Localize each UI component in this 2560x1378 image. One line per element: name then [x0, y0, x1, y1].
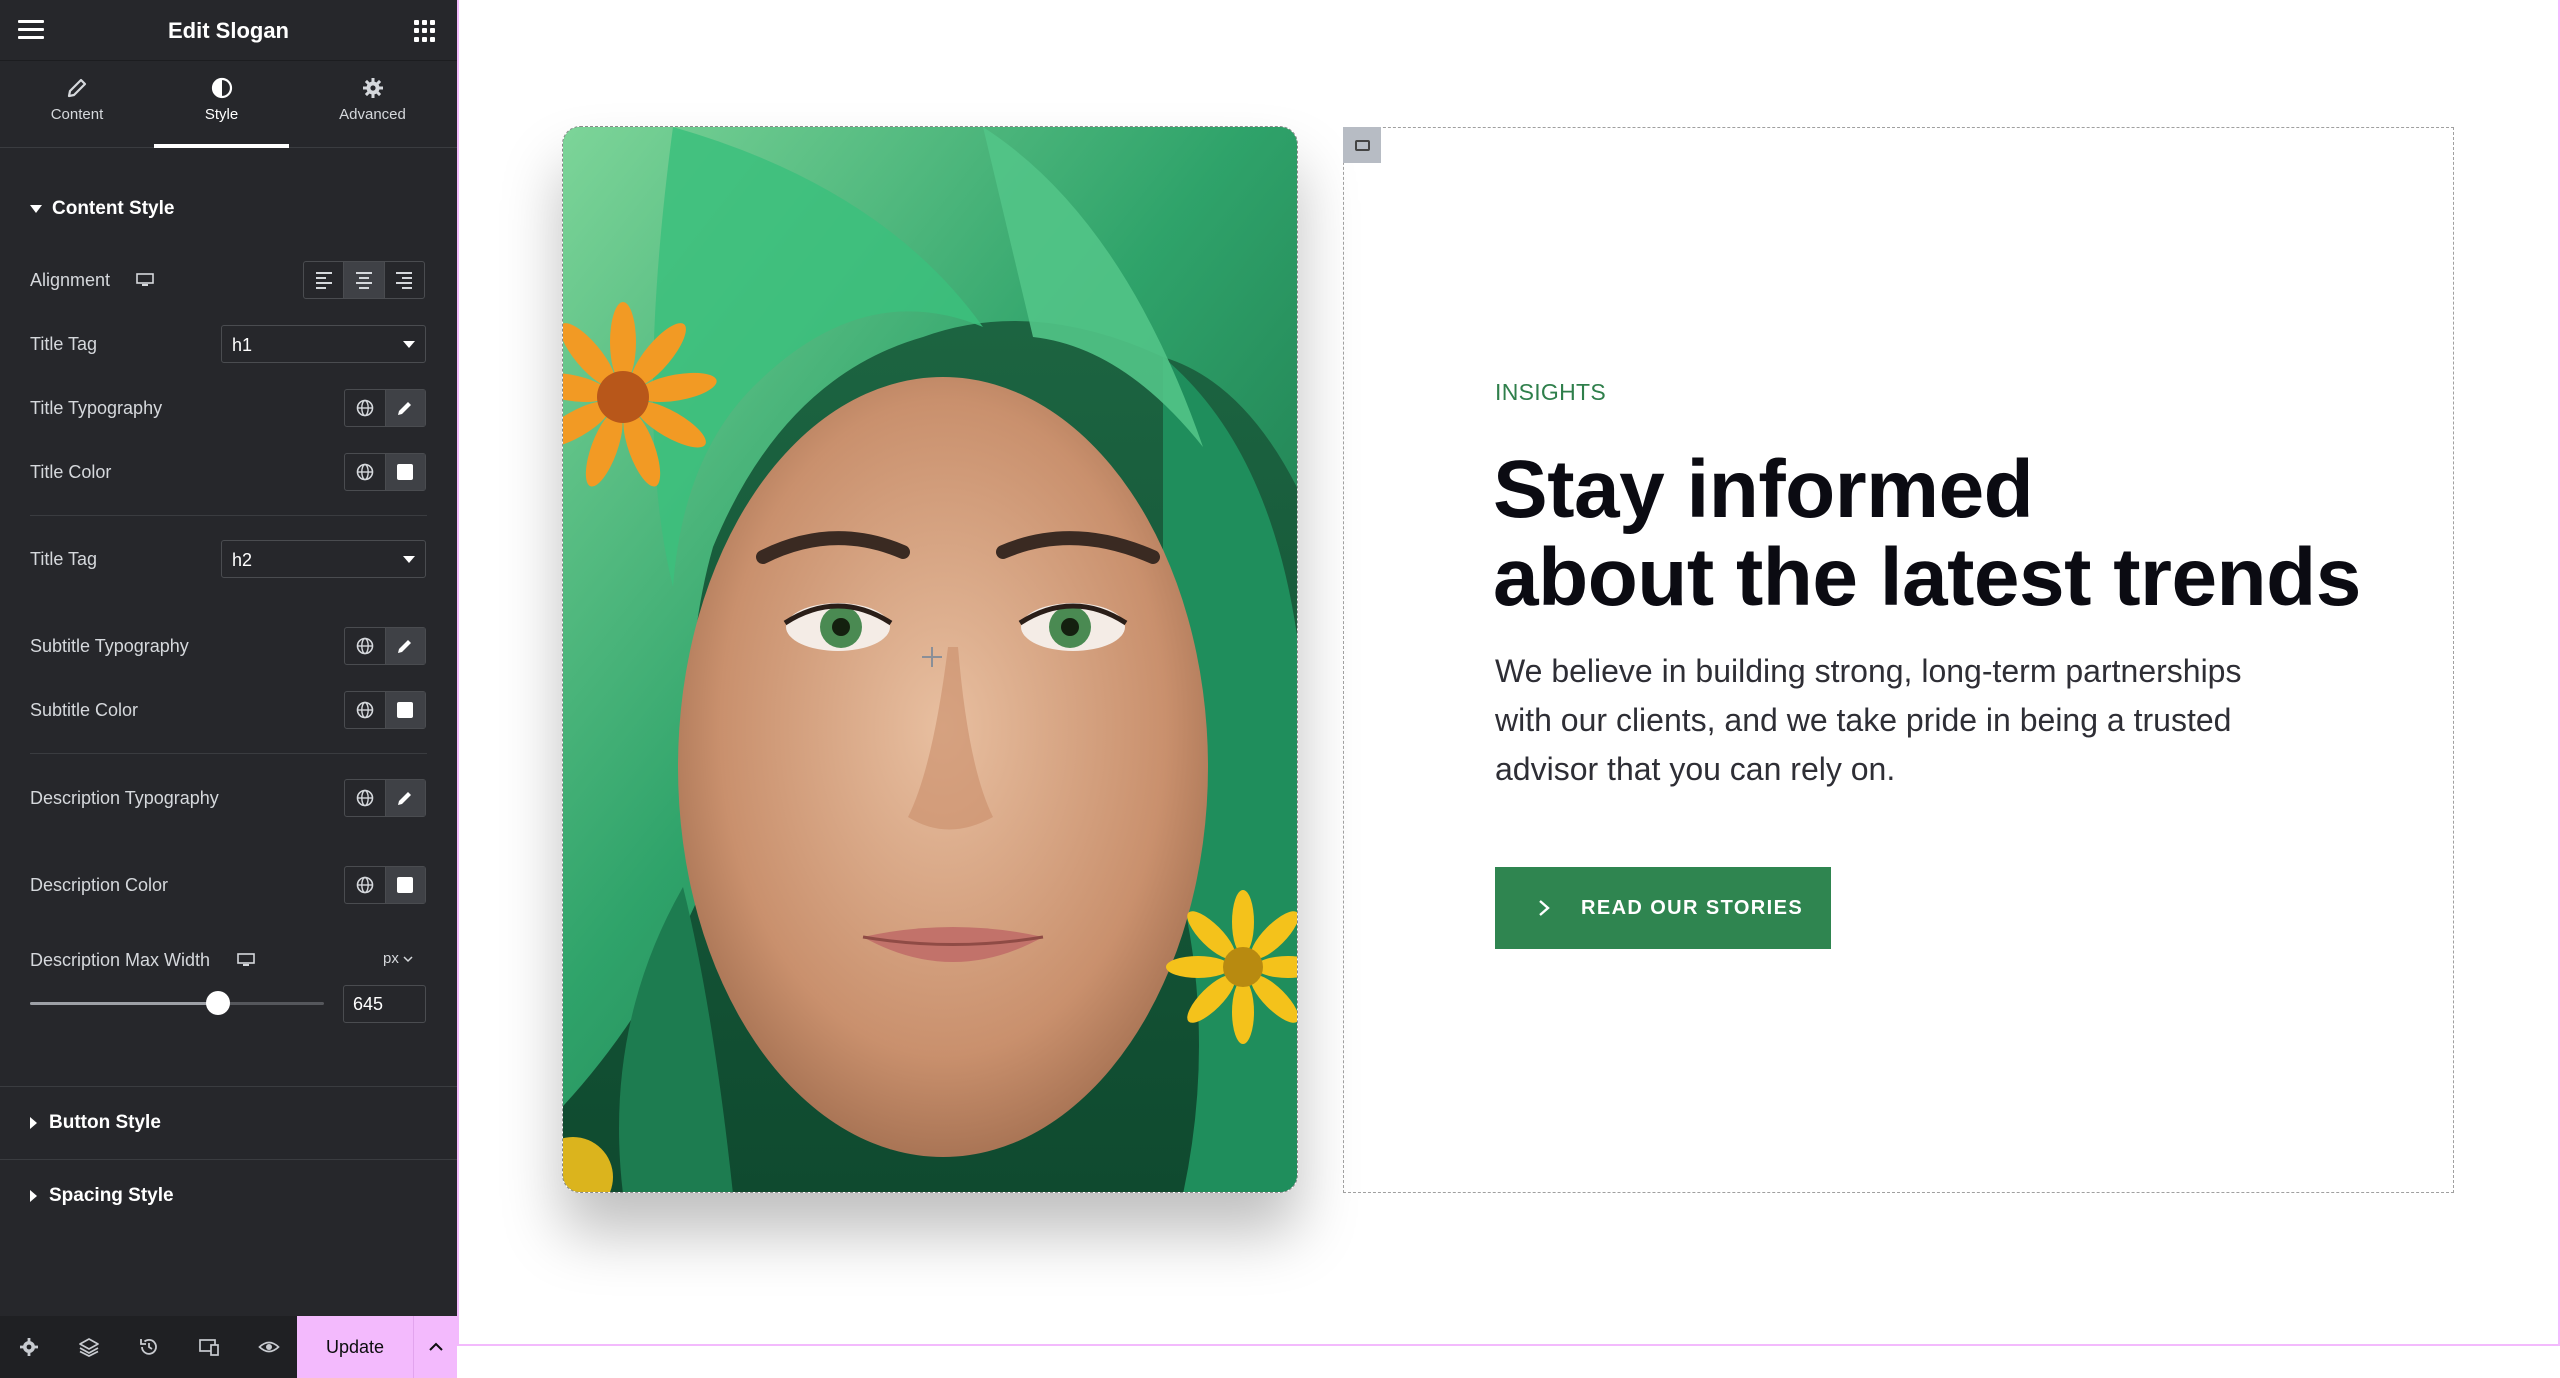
title-tag-value: h1 — [232, 335, 253, 355]
subtitle-tag-select[interactable]: h2 — [221, 540, 426, 578]
headline-line-1: Stay informed — [1493, 444, 2034, 535]
title-typography-control — [344, 389, 426, 427]
section-spacing-style-label: Spacing Style — [49, 1185, 174, 1206]
section-button-style-label: Button Style — [49, 1112, 161, 1133]
divider — [30, 753, 427, 754]
dropdown-arrow-icon — [403, 556, 415, 563]
cta-label: READ OUR STORIES — [1581, 896, 1804, 919]
title-color-swatch[interactable] — [385, 454, 425, 490]
update-options-button[interactable] — [413, 1316, 457, 1378]
section-content-style[interactable]: Content Style — [30, 198, 174, 220]
tab-content[interactable]: Content — [18, 62, 136, 148]
subtitle-tag-value: h2 — [232, 550, 253, 570]
chevron-up-icon — [428, 1342, 443, 1351]
section-button-style[interactable]: Button Style — [30, 1112, 161, 1134]
gear-icon — [362, 78, 383, 98]
editor-panel: Edit Slogan Content Style Advanced Conte… — [0, 0, 457, 1378]
description-color-swatch[interactable] — [385, 867, 425, 903]
responsive-desktop-icon[interactable] — [237, 953, 255, 967]
global-typography-globe-icon[interactable] — [345, 628, 386, 664]
panel-footer: Update — [0, 1316, 457, 1378]
subtitle-color-control — [344, 691, 426, 729]
canvas-border — [457, 0, 459, 1346]
max-width-slider[interactable] — [30, 991, 324, 1015]
edit-typography-pencil-icon[interactable] — [385, 780, 425, 816]
description-color-label: Description Color — [30, 875, 169, 895]
history-icon[interactable] — [138, 1336, 160, 1358]
description-max-width-label: Description Max Width — [30, 950, 211, 970]
title-tag-select[interactable]: h1 — [221, 325, 426, 363]
layers-icon[interactable] — [78, 1336, 100, 1358]
headline-line-2: about the latest trends — [1493, 532, 2361, 623]
title-color-label: Title Color — [30, 462, 112, 482]
divider — [0, 1086, 457, 1087]
read-our-stories-button[interactable]: READ OUR STORIES — [1495, 867, 1831, 949]
tab-content-label: Content — [50, 106, 104, 123]
slider-fill — [30, 1002, 219, 1005]
chevron-right-icon — [1539, 900, 1550, 916]
settings-gear-icon[interactable] — [18, 1336, 40, 1358]
dropdown-arrow-icon — [403, 341, 415, 348]
align-right-button[interactable] — [385, 262, 424, 298]
widget-edit-handle-icon[interactable] — [1343, 127, 1381, 163]
slogan-eyebrow: INSIGHTS — [1495, 379, 1607, 405]
subtitle-typography-label: Subtitle Typography — [30, 636, 189, 656]
tab-style[interactable]: Style — [154, 62, 289, 148]
tab-style-label: Style — [204, 106, 239, 123]
divider — [30, 515, 427, 516]
global-typography-globe-icon[interactable] — [345, 780, 386, 816]
caret-right-icon — [30, 1116, 37, 1129]
description-color-control — [344, 866, 426, 904]
align-left-button[interactable] — [304, 262, 345, 298]
description-typography-label: Description Typography — [30, 788, 219, 808]
responsive-desktop-icon[interactable] — [136, 273, 154, 287]
subtitle-tag-label: Title Tag — [30, 549, 98, 569]
active-tab-indicator — [154, 144, 289, 148]
tab-advanced-label: Advanced — [339, 106, 406, 123]
divider — [0, 1159, 457, 1160]
contrast-icon — [211, 77, 232, 99]
panel-header: Edit Slogan — [0, 0, 457, 61]
update-button[interactable]: Update — [297, 1316, 413, 1378]
panel-title: Edit Slogan — [168, 18, 289, 43]
max-width-input[interactable] — [343, 985, 426, 1023]
description-typography-control — [344, 779, 426, 817]
global-color-globe-icon[interactable] — [345, 454, 386, 490]
add-element-plus-icon[interactable] — [920, 645, 944, 669]
caret-right-icon — [30, 1189, 37, 1202]
alignment-control — [303, 261, 425, 299]
title-typography-label: Title Typography — [30, 398, 163, 418]
pencil-icon — [67, 78, 87, 98]
alignment-label: Alignment — [30, 270, 111, 290]
panel-tabs: Content Style Advanced — [0, 62, 457, 148]
title-color-control — [344, 453, 426, 491]
widgets-grid-icon[interactable] — [414, 20, 436, 42]
canvas-border — [457, 1344, 2560, 1346]
slider-thumb[interactable] — [206, 991, 231, 1015]
slogan-description: We believe in building strong, long-term… — [1495, 653, 2242, 787]
responsive-mode-icon[interactable] — [198, 1336, 220, 1358]
preview-eye-icon[interactable] — [258, 1336, 280, 1358]
edit-typography-pencil-icon[interactable] — [385, 628, 425, 664]
title-tag-label: Title Tag — [30, 334, 98, 354]
subtitle-color-label: Subtitle Color — [30, 700, 139, 720]
section-spacing-style[interactable]: Spacing Style — [30, 1185, 174, 1207]
subtitle-color-swatch[interactable] — [385, 692, 425, 728]
unit-select[interactable]: px — [383, 950, 413, 967]
caret-down-icon — [30, 204, 42, 213]
global-color-globe-icon[interactable] — [345, 867, 386, 903]
subtitle-typography-control — [344, 627, 426, 665]
slogan-headline: Stay informed about the latest trends — [1493, 446, 2393, 622]
edit-typography-pencil-icon[interactable] — [385, 390, 425, 426]
align-center-button[interactable] — [344, 262, 385, 298]
global-typography-globe-icon[interactable] — [345, 390, 386, 426]
tab-advanced[interactable]: Advanced — [312, 62, 433, 148]
unit-value: px — [383, 950, 399, 967]
section-content-style-label: Content Style — [52, 198, 175, 219]
global-color-globe-icon[interactable] — [345, 692, 386, 728]
chevron-down-icon — [403, 956, 413, 963]
